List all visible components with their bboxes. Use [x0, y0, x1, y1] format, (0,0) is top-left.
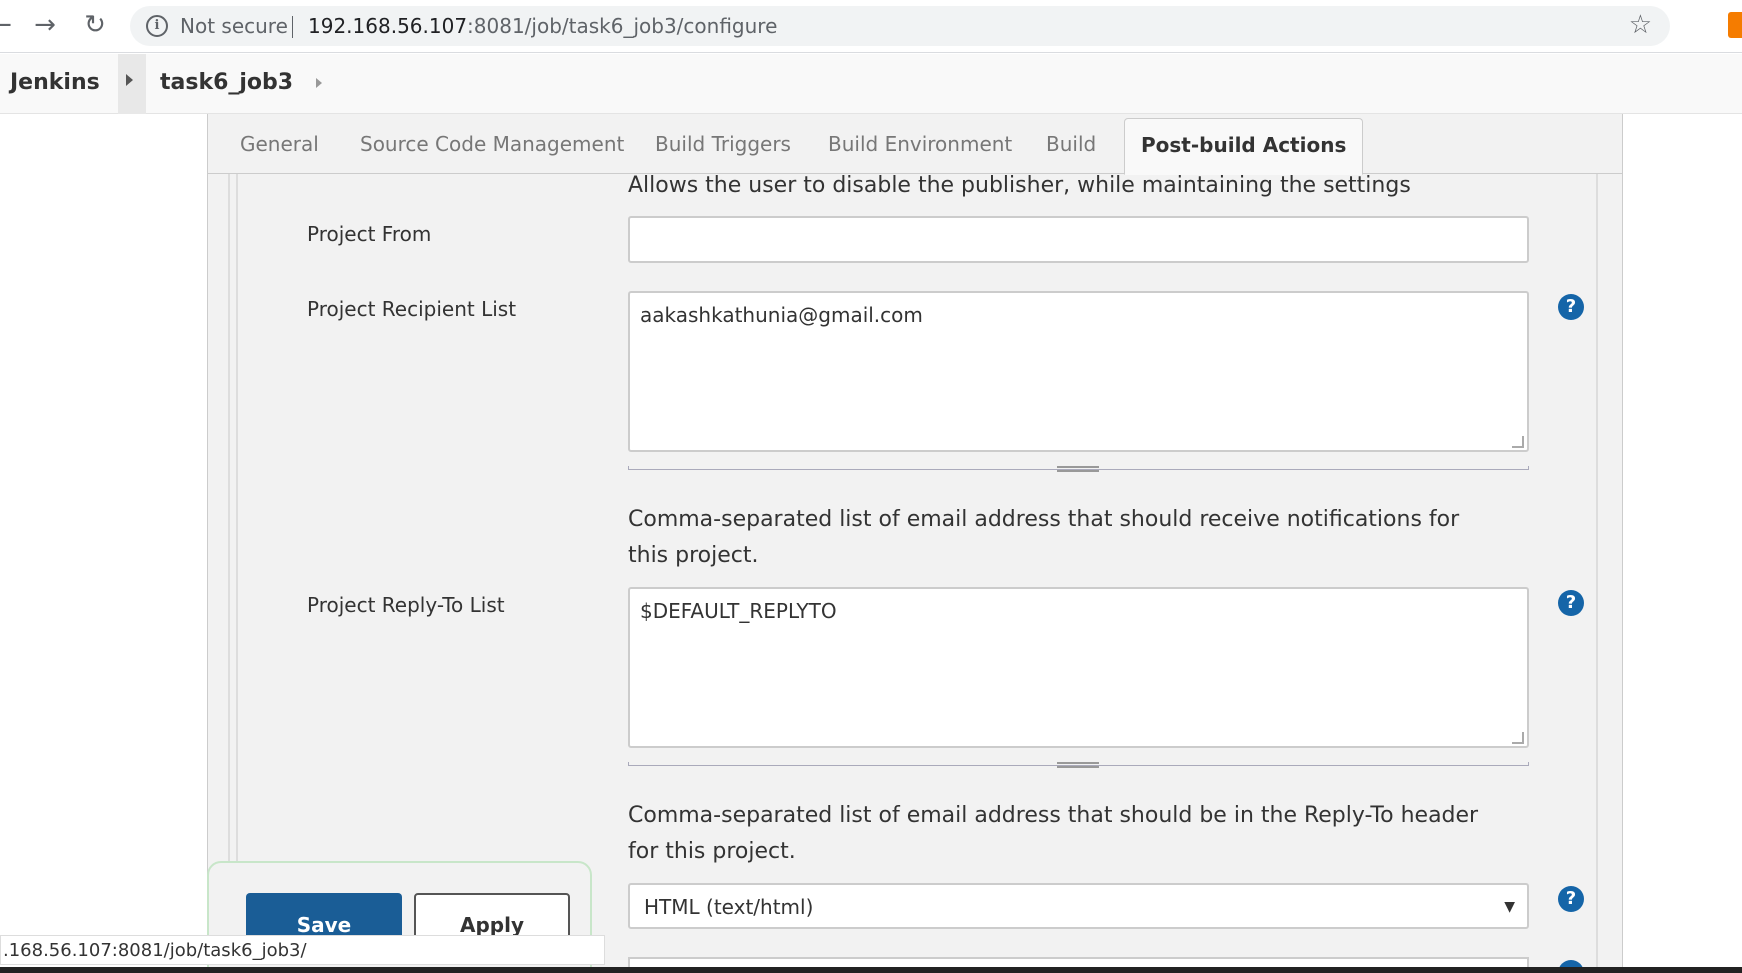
tab-post-build-actions[interactable]: Post-build Actions	[1124, 118, 1364, 175]
taskbar-edge	[0, 967, 1742, 973]
content-type-help-icon[interactable]: ?	[1558, 886, 1584, 912]
forward-icon[interactable]: →	[30, 10, 60, 40]
back-icon[interactable]: ←	[0, 10, 16, 40]
info-icon[interactable]: i	[146, 15, 168, 37]
recipient-list-textarea[interactable]: aakashkathunia@gmail.com	[628, 291, 1529, 452]
reply-to-help-text: Comma-separated list of email address th…	[628, 803, 1479, 864]
disable-description: Allows the user to disable the publisher…	[628, 173, 1411, 198]
textarea-resize-icon[interactable]	[1512, 436, 1524, 448]
resize-grip-icon[interactable]	[1057, 466, 1099, 472]
address-bar[interactable]: i Not secure 192.168.56.107:8081/job/tas…	[130, 6, 1670, 46]
url-text[interactable]: 192.168.56.107:8081/job/task6_job3/confi…	[308, 14, 777, 38]
tab-source-code-management[interactable]: Source Code Management	[360, 132, 624, 156]
chevron-right-icon[interactable]	[316, 78, 322, 88]
recipient-help-icon[interactable]: ?	[1558, 294, 1584, 320]
content-type-value: HTML (text/html)	[644, 895, 814, 919]
resize-grip-icon[interactable]	[1057, 762, 1099, 768]
project-from-input[interactable]	[628, 216, 1529, 263]
section-border	[1596, 174, 1598, 973]
config-tabs: General Source Code Management Build Tri…	[208, 114, 1622, 175]
chevron-right-icon	[126, 74, 133, 86]
extension-icon[interactable]	[1728, 12, 1742, 38]
content-type-select[interactable]: HTML (text/html) ▼	[628, 883, 1529, 929]
tab-build-environment[interactable]: Build Environment	[828, 132, 1012, 156]
reply-to-help-icon[interactable]: ?	[1558, 590, 1584, 616]
tab-build[interactable]: Build	[1046, 132, 1096, 156]
dropdown-caret-icon: ▼	[1504, 899, 1515, 915]
reload-icon[interactable]: ↻	[80, 10, 110, 40]
divider	[292, 16, 293, 38]
breadcrumb-jenkins[interactable]: Jenkins	[10, 70, 100, 95]
section-rail	[228, 174, 238, 973]
url-host: 192.168.56.107	[308, 14, 468, 38]
browser-toolbar: ← → ↻ i Not secure 192.168.56.107:8081/j…	[0, 0, 1742, 53]
tab-general[interactable]: General	[240, 132, 319, 156]
bookmark-star-icon[interactable]: ☆	[1629, 10, 1652, 40]
reply-to-textarea[interactable]: $DEFAULT_REPLYTO	[628, 587, 1529, 748]
security-label: Not secure	[180, 14, 288, 38]
project-from-label: Project From	[307, 222, 432, 246]
recipient-list-label: Project Recipient List	[307, 297, 517, 321]
status-bar-url: .168.56.107:8081/job/task6_job3/	[0, 935, 605, 965]
breadcrumb-job[interactable]: task6_job3	[160, 70, 293, 95]
breadcrumb: Jenkins task6_job3	[0, 54, 1742, 114]
reply-to-list-label: Project Reply-To List	[307, 593, 505, 617]
tab-build-triggers[interactable]: Build Triggers	[655, 132, 791, 156]
recipient-help-text: Comma-separated list of email address th…	[628, 507, 1460, 568]
url-path: :8081/job/task6_job3/configure	[467, 14, 778, 38]
textarea-resize-icon[interactable]	[1512, 732, 1524, 744]
